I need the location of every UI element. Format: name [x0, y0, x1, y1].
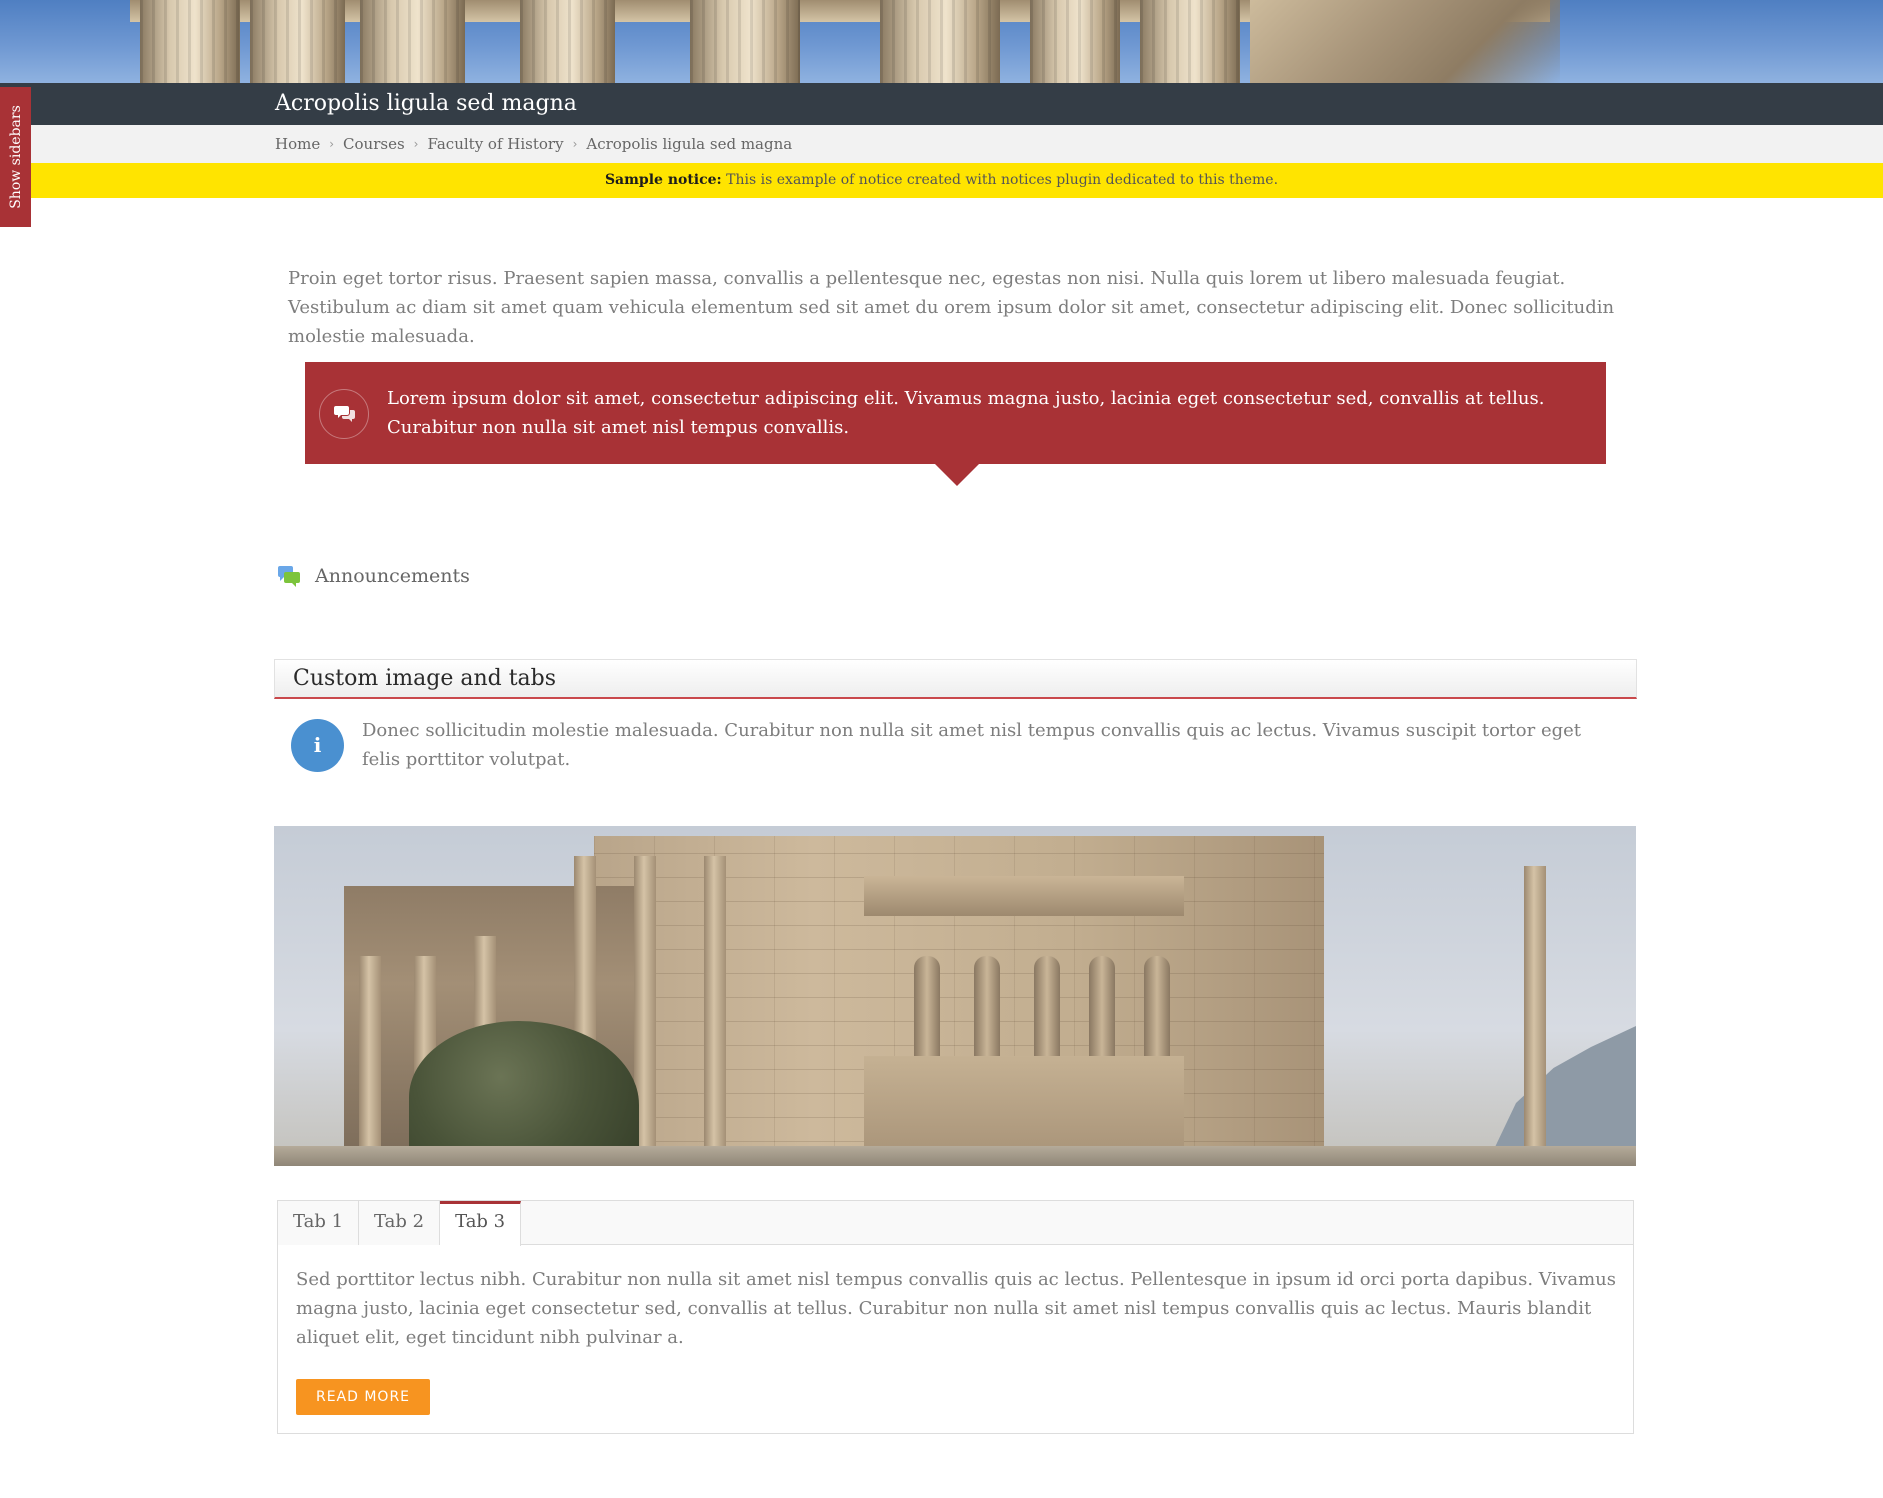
- photo-mountain: [1486, 1026, 1636, 1166]
- tab-3[interactable]: Tab 3: [440, 1201, 522, 1246]
- photo-caryatid: [1034, 956, 1060, 1066]
- show-sidebars-button[interactable]: Show sidebars: [0, 87, 31, 227]
- tabs-nav: Tab 1 Tab 2 Tab 3: [278, 1201, 1633, 1246]
- photo-caryatid: [1144, 956, 1170, 1066]
- tab-content-text: Sed porttitor lectus nibh. Curabitur non…: [296, 1269, 1616, 1348]
- notice-text: This is example of notice created with n…: [721, 172, 1279, 188]
- banner-column: [360, 0, 465, 83]
- breadcrumb-item-current[interactable]: Acropolis ligula sed magna: [586, 135, 792, 153]
- read-more-button[interactable]: READ MORE: [296, 1379, 430, 1415]
- banner-column: [1140, 0, 1240, 83]
- banner-column: [250, 0, 345, 83]
- banner-column: [140, 0, 240, 83]
- tabs-panel: Tab 1 Tab 2 Tab 3 Sed porttitor lectus n…: [277, 1200, 1634, 1434]
- info-text: Donec sollicitudin molestie malesuada. C…: [362, 720, 1582, 770]
- tab-1[interactable]: Tab 1: [278, 1201, 360, 1245]
- breadcrumb-item-faculty[interactable]: Faculty of History: [427, 135, 563, 153]
- page-title: Acropolis ligula sed magna: [275, 91, 577, 116]
- forum-icon: [277, 565, 301, 587]
- notice-label: Sample notice:: [604, 172, 722, 188]
- quote-box: Lorem ipsum dolor sit amet, consectetur …: [305, 362, 1606, 486]
- photo-ground: [274, 1146, 1636, 1166]
- banner-column: [880, 0, 1000, 83]
- comments-icon: [319, 389, 369, 439]
- chevron-right-icon: ›: [329, 137, 335, 151]
- photo-caryatid: [974, 956, 1000, 1066]
- photo-caryatid: [1089, 956, 1115, 1066]
- announcements-label: Announcements: [315, 565, 470, 587]
- chevron-right-icon: ›: [572, 137, 578, 151]
- page-header-bar: Acropolis ligula sed magna: [0, 83, 1883, 125]
- photo-porch-roof: [864, 876, 1184, 916]
- chevron-right-icon: ›: [413, 137, 419, 151]
- photo-column: [1524, 866, 1546, 1156]
- breadcrumb-item-home[interactable]: Home: [275, 135, 320, 153]
- section-header: Custom image and tabs: [274, 659, 1637, 699]
- sample-notice-bar: Sample notice: This is example of notice…: [0, 163, 1883, 198]
- quote-text: Lorem ipsum dolor sit amet, consectetur …: [387, 388, 1545, 438]
- photo-caryatid: [914, 956, 940, 1066]
- banner-column: [690, 0, 800, 83]
- announcements-link[interactable]: Announcements: [277, 565, 470, 587]
- banner-column: [1030, 0, 1120, 83]
- erechtheion-image: [274, 826, 1636, 1166]
- banner-column: [520, 0, 615, 83]
- header-banner-image: [0, 0, 1883, 83]
- show-sidebars-label: Show sidebars: [7, 105, 24, 209]
- photo-column: [704, 856, 726, 1156]
- photo-column: [359, 956, 381, 1156]
- breadcrumb-item-courses[interactable]: Courses: [343, 135, 405, 153]
- banner-ruins: [1250, 0, 1560, 83]
- breadcrumb: Home › Courses › Faculty of History › Acrop…: [0, 125, 1883, 163]
- section-title: Custom image and tabs: [293, 666, 557, 691]
- intro-paragraph: Proin eget tortor risus. Praesent sapien…: [288, 268, 1615, 347]
- info-icon: i: [291, 719, 344, 772]
- tab-2[interactable]: Tab 2: [359, 1201, 441, 1245]
